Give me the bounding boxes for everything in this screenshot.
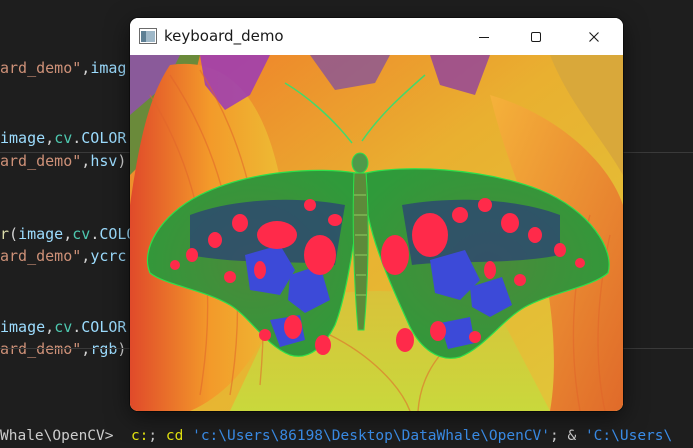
terminal-token: ; & [550, 428, 585, 444]
terminal-token: c: [130, 428, 149, 444]
code-token: image [0, 129, 46, 147]
app-window-icon [139, 28, 157, 44]
close-icon [589, 31, 599, 42]
window-title: keyboard_demo [164, 27, 284, 45]
code-token: , [81, 59, 91, 77]
code-token: rgb [90, 340, 118, 358]
image-canvas[interactable] [130, 55, 623, 411]
code-token: ard_demo" [0, 59, 82, 77]
image-window[interactable]: keyboard_demo [130, 18, 623, 411]
code-token: ) [117, 340, 127, 358]
code-token: . [90, 225, 100, 243]
code-line[interactable]: image,cv.COLOR [0, 317, 126, 337]
terminal-token: Whale\OpenCV> [0, 428, 131, 444]
close-button[interactable] [571, 18, 617, 55]
maximize-button[interactable] [513, 18, 559, 55]
code-token: . [72, 318, 82, 336]
code-token: . [72, 129, 82, 147]
code-token: ard_demo" [0, 152, 82, 170]
code-line[interactable]: image,cv.COLOR [0, 128, 126, 148]
code-token: cv [54, 129, 73, 147]
code-token: COLOR [81, 129, 127, 147]
code-token: image [18, 225, 64, 243]
terminal-token: cd [165, 428, 184, 444]
terminal-token: ; [148, 428, 166, 444]
code-token: ycrc [90, 247, 127, 265]
code-token: ard_demo" [0, 247, 82, 265]
minimize-icon [479, 36, 489, 38]
terminal-line[interactable]: Whale\OpenCV> c:; cd 'c:\Users\86198\Des… [0, 424, 693, 448]
code-token: , [45, 129, 55, 147]
code-line[interactable]: ard_demo",hsv) [0, 151, 126, 171]
code-token: , [81, 152, 91, 170]
desktop: ard_demo",imag image,cv.COLOR ard_demo",hs… [0, 0, 693, 448]
maximize-icon [531, 31, 541, 42]
code-line[interactable]: r(image,cv.COLO [0, 224, 135, 244]
code-token: cv [54, 318, 73, 336]
code-token: , [63, 225, 73, 243]
butterfly-image [130, 55, 623, 411]
code-token: cv [72, 225, 91, 243]
terminal-token: 'C:\Users\ [584, 428, 673, 444]
code-line[interactable]: ard_demo",ycrc [0, 246, 126, 266]
minimize-button[interactable] [461, 18, 507, 55]
code-line[interactable]: ard_demo",rgb) [0, 339, 126, 359]
code-token: , [81, 340, 91, 358]
code-token: ( [9, 225, 19, 243]
terminal-token: 'c:\Users\86198\Desktop\DataWhale\OpenCV… [192, 428, 551, 444]
code-line[interactable]: ard_demo",imag [0, 58, 126, 78]
code-token: hsv [90, 152, 118, 170]
code-token: , [81, 247, 91, 265]
code-token: COLOR [81, 318, 127, 336]
title-bar[interactable]: keyboard_demo [130, 18, 623, 55]
code-token: r [0, 225, 10, 243]
code-token: ) [117, 152, 127, 170]
code-token: , [45, 318, 55, 336]
code-token: image [0, 318, 46, 336]
code-token: ard_demo" [0, 340, 82, 358]
code-token: imag [90, 59, 127, 77]
